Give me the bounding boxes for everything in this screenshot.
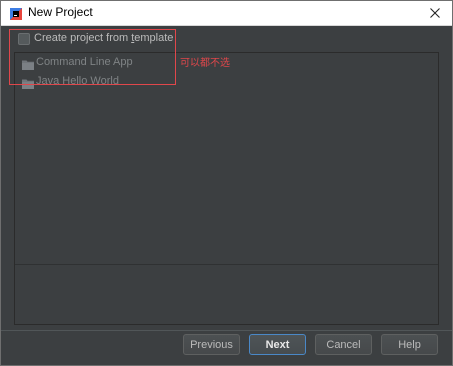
folder-icon: [22, 76, 34, 94]
next-button[interactable]: Next: [249, 334, 306, 355]
footer-separator: [1, 330, 452, 331]
help-button[interactable]: Help: [381, 334, 438, 355]
template-list[interactable]: Command Line App Java Hello World: [14, 52, 439, 325]
create-from-template-checkbox[interactable]: [18, 33, 30, 45]
new-project-dialog: New Project Create project from template: [0, 0, 453, 366]
create-from-template-label[interactable]: Create project from template: [34, 32, 173, 44]
intellij-app-icon: [10, 7, 22, 20]
close-button[interactable]: [420, 2, 450, 24]
title-bar[interactable]: New Project: [1, 1, 452, 26]
window-title: New Project: [28, 5, 93, 19]
dialog-content: Create project from template Command Lin…: [1, 26, 452, 365]
template-label: Java Hello World: [36, 75, 119, 87]
previous-button[interactable]: Previous: [183, 334, 240, 355]
template-description-divider: [15, 264, 438, 265]
close-icon: [430, 8, 440, 18]
label-suffix: emplate: [134, 32, 174, 44]
folder-icon: [22, 57, 34, 75]
annotation-text: 可以都不选: [180, 58, 230, 69]
cancel-button[interactable]: Cancel: [315, 334, 372, 355]
label-prefix: Create project from: [34, 32, 132, 44]
template-label: Command Line App: [36, 56, 133, 68]
